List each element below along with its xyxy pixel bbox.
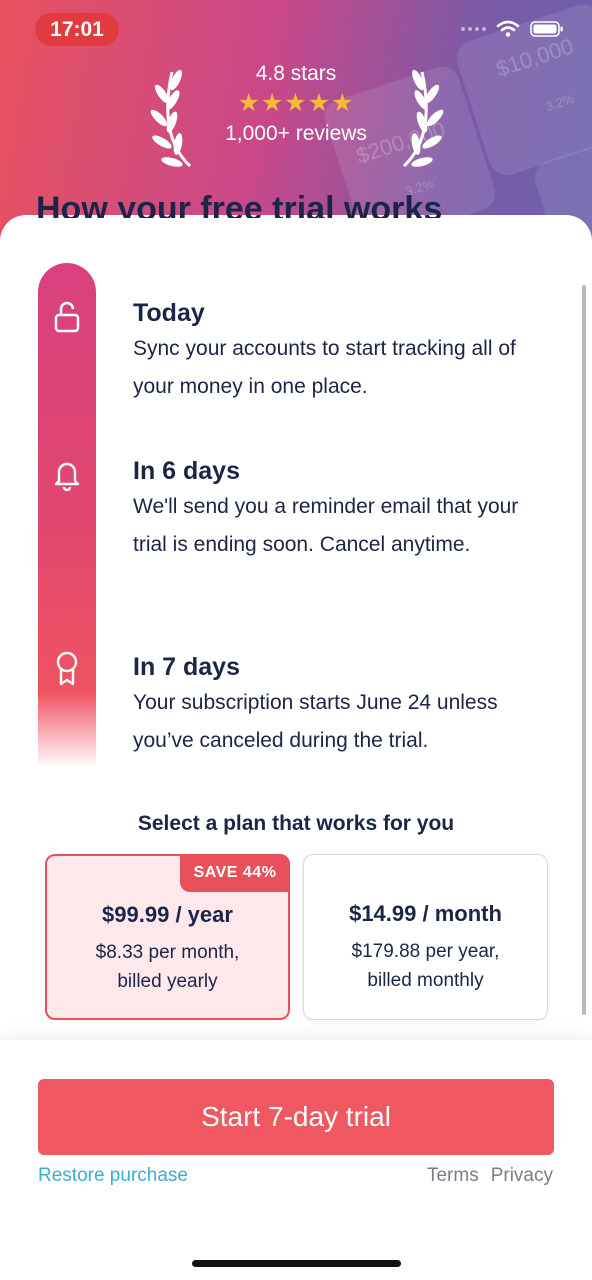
plan-detail: $8.33 per month, (95, 942, 240, 963)
sheet-title: How your free trial works (0, 192, 592, 218)
award-icon (48, 650, 86, 688)
status-icons (461, 20, 564, 38)
plan-detail: billed yearly (117, 971, 218, 992)
step-day-7: In 7 days Your subscription starts June … (133, 652, 553, 760)
legal-links: Terms Privacy (427, 1165, 553, 1187)
privacy-link[interactable]: Privacy (491, 1165, 553, 1187)
rating-value: 4.8 stars (255, 62, 337, 85)
scrollbar[interactable] (582, 285, 586, 1015)
plan-price: $14.99 / month (349, 901, 502, 926)
review-count: 1,000+ reviews (225, 122, 367, 145)
bell-icon (48, 455, 86, 493)
rating-stars-icon: ★★★★★ (237, 89, 355, 117)
step-title: In 6 days (133, 457, 240, 485)
step-description: Sync your accounts to start tracking all… (133, 337, 516, 398)
start-trial-button[interactable]: Start 7-day trial (38, 1079, 554, 1155)
plan-detail: $179.88 per year, (351, 941, 500, 962)
step-today: Today Sync your accounts to start tracki… (133, 298, 553, 406)
plan-heading: Select a plan that works for you (137, 812, 455, 835)
unlock-icon (48, 298, 86, 336)
wifi-icon (496, 20, 520, 37)
step-description: We'll send you a reminder email that you… (133, 495, 519, 556)
terms-link[interactable]: Terms (427, 1165, 479, 1187)
rating-block: 4.8 stars ★★★★★ 1,000+ reviews (0, 62, 592, 146)
step-title: In 7 days (133, 653, 240, 681)
step-day-6: In 6 days We'll send you a reminder emai… (133, 456, 553, 564)
status-time: 17:01 (35, 13, 119, 46)
plan-price: $99.99 / year (102, 902, 233, 927)
home-indicator[interactable] (192, 1260, 401, 1267)
timeline-bar (38, 263, 96, 768)
save-badge: SAVE 44% (180, 854, 290, 892)
plan-option-yearly[interactable]: SAVE 44% $99.99 / year $8.33 per month, … (45, 854, 290, 1020)
plan-detail: billed monthly (367, 970, 484, 991)
sheet-title-text: How your free trial works (36, 192, 443, 218)
step-title: Today (133, 299, 205, 327)
signal-icon (461, 27, 486, 31)
footer (0, 1040, 592, 1280)
plan-option-monthly[interactable]: $14.99 / month $179.88 per year, billed … (303, 854, 548, 1020)
step-description: Your subscription starts June 24 unless … (133, 691, 498, 752)
battery-icon (530, 21, 563, 37)
restore-purchase-link[interactable]: Restore purchase (38, 1165, 188, 1187)
